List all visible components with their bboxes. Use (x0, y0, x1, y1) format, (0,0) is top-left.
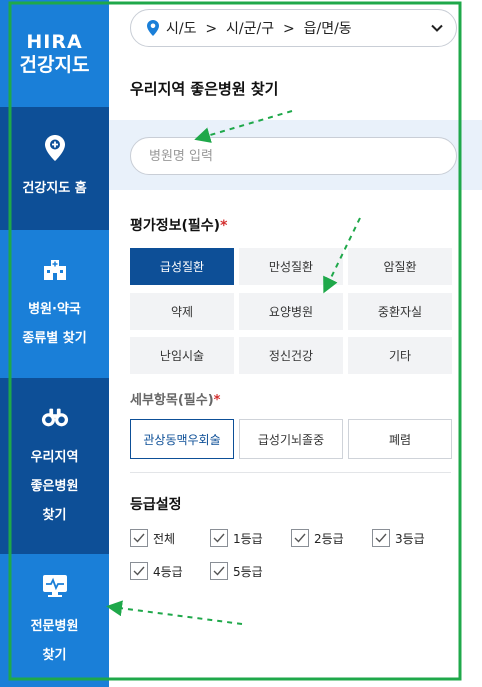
checkmark-icon (210, 529, 228, 547)
brand-line-2: 건강지도 (19, 53, 90, 76)
sidebar-item-good-hospital[interactable]: 우리지역 좋은병원 찾기 (0, 378, 109, 554)
checkmark-icon (372, 529, 390, 547)
eval-button-icu[interactable]: 중환자실 (348, 293, 452, 330)
brand-logo[interactable]: HIRA 건강지도 (0, 0, 109, 107)
sidebar-item-specialty-hospital[interactable]: 전문병원 찾기 (0, 554, 109, 687)
required-mark: * (220, 218, 228, 234)
grade-title: 등급설정 (130, 497, 182, 513)
region-path: 시/도 > 시/군/구 > 읍/면/동 (166, 21, 352, 37)
sidebar-item-home[interactable]: 건강지도 홈 (0, 107, 109, 230)
location-pin-icon (147, 20, 159, 36)
sidebar-item-hospital-type[interactable]: 병원·약국 종류별 찾기 (0, 230, 109, 378)
detail-button-pneumonia[interactable]: 폐렴 (348, 419, 452, 459)
eval-button-chronic[interactable]: 만성질환 (239, 248, 343, 285)
checkbox-label: 1등급 (233, 531, 263, 546)
detail-title: 세부항목(필수)* (130, 393, 221, 408)
checkmark-icon (291, 529, 309, 547)
region-selector[interactable]: 시/도 > 시/군/구 > 읍/면/동 (130, 9, 457, 47)
grade-checkbox-5[interactable]: 5등급 (210, 562, 263, 580)
main-panel: 시/도 > 시/군/구 > 읍/면/동 우리지역 좋은병원 찾기 평가정보(필수… (109, 0, 482, 687)
checkbox-label: 4등급 (153, 564, 183, 579)
sidebar-item-label: 우리지역 좋은병원 찾기 (30, 449, 79, 523)
location-pin-icon (41, 134, 69, 162)
eval-button-etc[interactable]: 기타 (348, 337, 452, 374)
chevron-down-icon[interactable] (430, 21, 444, 39)
page-title: 우리지역 좋은병원 찾기 (130, 80, 279, 98)
grade-checkbox-2[interactable]: 2등급 (291, 529, 344, 547)
checkbox-label: 전체 (153, 531, 176, 546)
checkmark-icon (210, 562, 228, 580)
detail-button-acute-stroke[interactable]: 급성기뇌졸중 (239, 419, 343, 459)
checkmark-icon (130, 529, 148, 547)
divider (130, 472, 451, 473)
checkbox-label: 5등급 (233, 564, 263, 579)
detail-button-cabg[interactable]: 관상동맥우회술 (130, 419, 234, 459)
grade-checkbox-4[interactable]: 4등급 (130, 562, 183, 580)
binoculars-icon (41, 403, 69, 431)
grade-checkbox-1[interactable]: 1등급 (210, 529, 263, 547)
checkbox-label: 2등급 (314, 531, 344, 546)
sidebar-item-label: 전문병원 찾기 (30, 618, 79, 663)
brand-line-1: HIRA (26, 30, 83, 53)
grade-checkbox-all[interactable]: 전체 (130, 529, 175, 547)
eval-button-acute[interactable]: 급성질환 (130, 248, 234, 285)
hospital-building-icon (41, 255, 69, 283)
checkbox-label: 3등급 (395, 531, 425, 546)
eval-button-nursing-hospital[interactable]: 요양병원 (239, 293, 343, 330)
sidebar-item-label: 건강지도 홈 (22, 181, 87, 196)
eval-button-cancer[interactable]: 암질환 (348, 248, 452, 285)
eval-button-mental-health[interactable]: 정신건강 (239, 337, 343, 374)
required-mark: * (213, 393, 221, 408)
sidebar: HIRA 건강지도 건강지도 홈 병원·약국 종류별 찾기 우리지역 좋은병원 … (0, 0, 109, 687)
grade-checkbox-3[interactable]: 3등급 (372, 529, 425, 547)
sidebar-item-label: 병원·약국 종류별 찾기 (22, 302, 87, 346)
eval-button-drug[interactable]: 약제 (130, 293, 234, 330)
app-window: HIRA 건강지도 건강지도 홈 병원·약국 종류별 찾기 우리지역 좋은병원 … (0, 0, 482, 687)
monitor-health-icon (41, 572, 69, 600)
hospital-search-input[interactable] (130, 137, 457, 175)
eval-button-fertility[interactable]: 난임시술 (130, 337, 234, 374)
checkmark-icon (130, 562, 148, 580)
evaluation-title: 평가정보(필수)* (130, 218, 228, 234)
